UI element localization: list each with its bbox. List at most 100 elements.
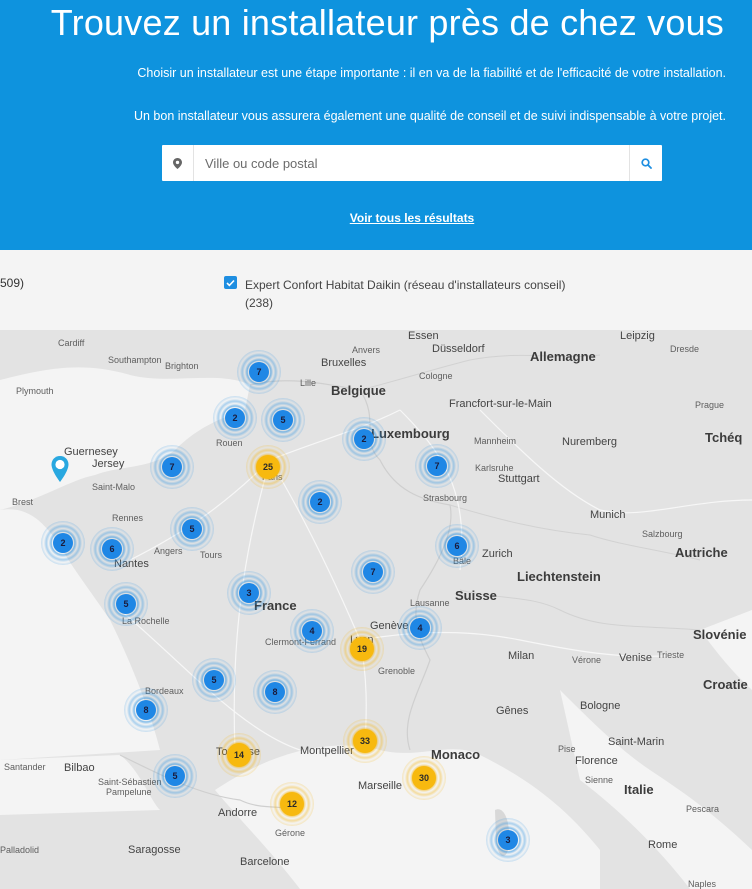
expert-filter-label[interactable]: Expert Confort Habitat Daikin (réseau d'… [245, 276, 605, 312]
map-label-tcheque: Tchéq [705, 430, 743, 445]
map-label-bruxelles: Bruxelles [321, 357, 367, 369]
map-label-suisse: Suisse [455, 588, 497, 603]
map-label-slovenie: Slovénie [693, 627, 747, 642]
filter-count-left: 509) [0, 276, 25, 290]
map-label-prague: Prague [695, 400, 725, 410]
check-icon [226, 279, 235, 287]
view-all-results-link[interactable]: Voir tous les résultats [0, 211, 752, 225]
cluster-count[interactable]: 33 [353, 729, 377, 753]
cluster-count[interactable]: 4 [302, 621, 322, 641]
cluster-count[interactable]: 5 [204, 670, 224, 690]
map-label-florence: Florence [575, 755, 618, 767]
map-label-karlsruhe: Karlsruhe [475, 463, 514, 473]
map-label-tours: Tours [200, 550, 223, 560]
map-label-croatie: Croatie [703, 677, 748, 692]
cluster-count[interactable]: 5 [165, 766, 185, 786]
map-label-sienne: Sienne [585, 775, 614, 785]
map-label-rome: Rome [648, 839, 678, 851]
map-label-southampton: Southampton [108, 355, 162, 365]
map-label-verone: Vérone [572, 655, 602, 665]
map-label-saragosse: Saragosse [128, 844, 181, 856]
search-icon [640, 157, 652, 169]
map-label-bilbao: Bilbao [64, 762, 95, 774]
cluster-count[interactable]: 6 [102, 539, 122, 559]
map-label-pescara: Pescara [686, 804, 720, 814]
intro-text-1: Choisir un installateur est une étape im… [137, 66, 726, 80]
map-label-saint-sebastien: Saint-Sébastien [98, 777, 162, 787]
cluster-count[interactable]: 2 [53, 533, 73, 553]
map-label-grenoble: Grenoble [378, 666, 416, 676]
map-label-brighton: Brighton [165, 361, 199, 371]
cluster-count[interactable]: 8 [136, 700, 156, 720]
expert-filter-name: Expert Confort Habitat Daikin (réseau d'… [245, 278, 566, 292]
map-label-rennes: Rennes [112, 513, 144, 523]
map-label-guernesey: Guernesey [64, 446, 118, 458]
map-label-dusseldorf: Düsseldorf [432, 343, 485, 355]
map-label-nuremberg: Nuremberg [562, 436, 618, 448]
map-label-allemagne: Allemagne [530, 349, 596, 364]
map-label-zurich: Zurich [482, 548, 513, 560]
cluster-count[interactable]: 25 [256, 455, 280, 479]
map-label-gerone: Gérone [275, 828, 306, 838]
map-label-frankfurt: Francfort-sur-le-Main [449, 398, 552, 410]
cluster-count[interactable]: 7 [249, 362, 269, 382]
expert-filter-count: (238) [245, 296, 274, 310]
map-label-naples: Naples [688, 879, 717, 889]
cluster-count[interactable]: 30 [412, 766, 436, 790]
map-label-cardiff: Cardiff [58, 338, 85, 348]
map-label-pise: Pise [558, 744, 576, 754]
map-label-palladolid: Palladolid [0, 845, 40, 855]
cluster-count[interactable]: 7 [427, 456, 447, 476]
map-label-liechtenstein: Liechtenstein [517, 569, 601, 584]
cluster-count[interactable]: 5 [273, 410, 293, 430]
cluster-count[interactable]: 5 [116, 594, 136, 614]
cluster-count[interactable]: 7 [363, 562, 383, 582]
map-label-santander: Santander [4, 762, 46, 772]
map-pin-icon [51, 456, 69, 482]
map-label-anvers: Anvers [352, 345, 381, 355]
cluster-count[interactable]: 4 [410, 618, 430, 638]
map-label-dresde: Dresde [670, 344, 700, 354]
search-bar [162, 145, 662, 181]
map-label-mannheim: Mannheim [474, 436, 517, 446]
map-label-saint-marin: Saint-Marin [608, 736, 665, 748]
cluster-count[interactable]: 19 [350, 637, 374, 661]
map-label-salzbourg: Salzbourg [642, 529, 683, 539]
map-label-genes: Gênes [496, 705, 529, 717]
map-label-autriche: Autriche [675, 545, 728, 560]
map-label-milan: Milan [508, 650, 535, 662]
intro-text-2: Un bon installateur vous assurera égalem… [133, 109, 726, 123]
map-label-jersey: Jersey [92, 458, 125, 470]
cluster-count[interactable]: 2 [354, 429, 374, 449]
map-label-brest: Brest [12, 497, 34, 507]
map-label-belgique: Belgique [331, 383, 386, 398]
map-label-cologne: Cologne [419, 371, 453, 381]
map-label-strasbourg: Strasbourg [423, 493, 468, 503]
cluster-count[interactable]: 7 [162, 457, 182, 477]
cluster-count[interactable]: 5 [182, 519, 202, 539]
location-search-input[interactable] [195, 145, 628, 181]
cluster-count[interactable]: 2 [225, 408, 245, 428]
map-label-essen: Essen [408, 330, 439, 342]
map-marker-icon [162, 145, 194, 181]
cluster-count[interactable]: 6 [447, 536, 467, 556]
cluster-count[interactable]: 14 [227, 743, 251, 767]
map-label-andorre: Andorre [218, 807, 258, 819]
map-label-saint-malo: Saint-Malo [92, 482, 136, 492]
map-label-trieste: Trieste [657, 650, 685, 660]
cluster-count[interactable]: 3 [498, 830, 518, 850]
map-label-pampelune: Pampelune [106, 787, 152, 797]
expert-filter-checkbox[interactable] [224, 276, 237, 289]
cluster-count[interactable]: 12 [280, 792, 304, 816]
map-label-monaco: Monaco [431, 747, 481, 762]
map-label-stuttgart: Stuttgart [498, 473, 540, 485]
cluster-count[interactable]: 8 [265, 682, 285, 702]
cluster-count[interactable]: 2 [310, 492, 330, 512]
cluster-count[interactable]: 3 [239, 583, 259, 603]
map-label-leipzig: Leipzig [620, 330, 655, 342]
map-label-lille: Lille [300, 378, 317, 388]
installer-map[interactable]: Cardiff Southampton Brighton Plymouth Guerne… [0, 330, 752, 889]
map-label-barcelone: Barcelone [240, 856, 290, 868]
search-submit-button[interactable] [629, 145, 662, 181]
map-label-marseille: Marseille [358, 780, 403, 792]
